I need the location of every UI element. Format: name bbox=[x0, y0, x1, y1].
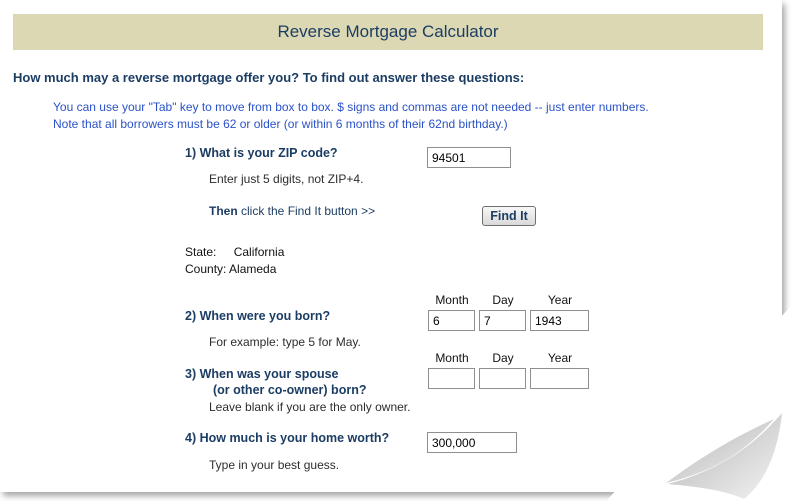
spouse-day-column-header: Day bbox=[492, 351, 514, 365]
home-value-input[interactable] bbox=[427, 432, 517, 453]
find-it-instruction: Then click the Find It button >> bbox=[209, 204, 375, 218]
birth-month-input[interactable] bbox=[428, 310, 475, 331]
find-it-instruction-text: click the Find It button >> bbox=[237, 204, 376, 218]
day-column-header: Day bbox=[492, 293, 514, 307]
find-it-button[interactable]: Find It bbox=[482, 206, 536, 226]
spouse-year-column-header: Year bbox=[547, 351, 573, 365]
state-label: State: bbox=[185, 245, 217, 259]
calculator-page: Reverse Mortgage Calculator How much may… bbox=[0, 0, 782, 492]
instruction-note-1: You can use your "Tab" key to move from … bbox=[53, 100, 649, 114]
home-value-question-label: 4) How much is your home worth? bbox=[185, 431, 390, 445]
birth-hint: For example: type 5 for May. bbox=[209, 335, 361, 349]
then-word: Then bbox=[209, 204, 238, 218]
month-column-header: Month bbox=[435, 293, 469, 307]
county-value: Alameda bbox=[229, 262, 277, 276]
state-value: California bbox=[233, 245, 285, 259]
spouse-day-input[interactable] bbox=[479, 368, 526, 389]
spouse-month-column-header: Month bbox=[435, 351, 469, 365]
instruction-note-2: Note that all borrowers must be 62 or ol… bbox=[53, 117, 508, 131]
county-row: County: Alameda bbox=[185, 262, 276, 276]
intro-question: How much may a reverse mortgage offer yo… bbox=[13, 70, 525, 85]
spouse-question-label-line2: (or other co-owner) born? bbox=[213, 383, 367, 397]
state-row: State: California bbox=[185, 245, 284, 259]
birth-year-input[interactable] bbox=[530, 310, 589, 331]
page-title: Reverse Mortgage Calculator bbox=[13, 14, 763, 50]
home-value-hint: Type in your best guess. bbox=[209, 458, 340, 472]
zip-hint: Enter just 5 digits, not ZIP+4. bbox=[209, 172, 364, 186]
spouse-hint: Leave blank if you are the only owner. bbox=[209, 400, 411, 414]
spouse-question-label-line1: 3) When was your spouse bbox=[185, 367, 339, 381]
zip-code-input[interactable] bbox=[427, 147, 511, 168]
county-label: County: bbox=[185, 262, 227, 276]
birth-day-input[interactable] bbox=[479, 310, 526, 331]
zip-question-label: 1) What is your ZIP code? bbox=[185, 146, 338, 160]
spouse-year-input[interactable] bbox=[530, 368, 589, 389]
birth-question-label: 2) When were you born? bbox=[185, 309, 331, 323]
spouse-month-input[interactable] bbox=[428, 368, 475, 389]
year-column-header: Year bbox=[547, 293, 573, 307]
